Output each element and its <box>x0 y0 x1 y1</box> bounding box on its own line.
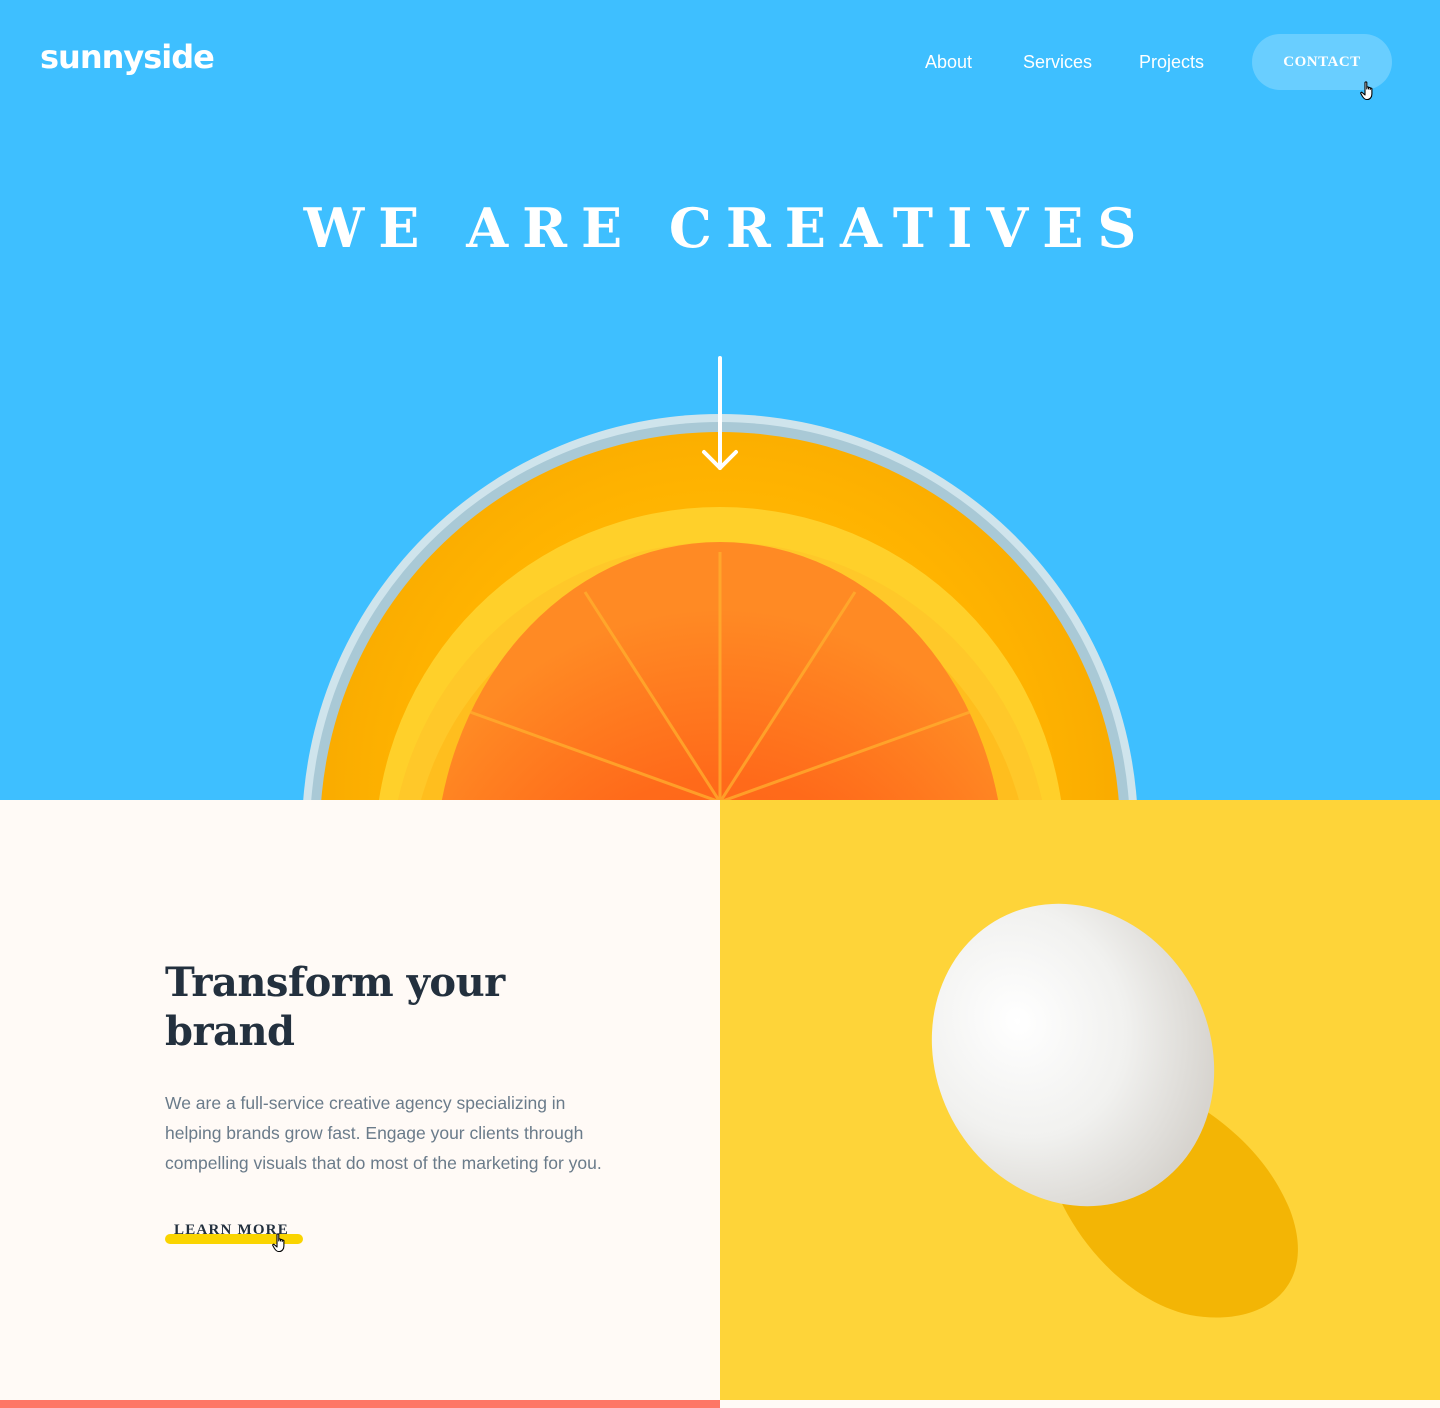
transform-brand-section: Transform your brand We are a full-servi… <box>0 800 1440 1400</box>
egg-image-panel <box>720 800 1440 1400</box>
hero-section: sunnyside About Services Projects CONTAC… <box>0 0 1440 800</box>
text-panel: Transform your brand We are a full-servi… <box>0 800 720 1400</box>
hero-title: WE ARE CREATIVES <box>303 196 1151 260</box>
nav-link-services[interactable]: Services <box>1023 52 1092 73</box>
nav-link-projects[interactable]: Projects <box>1139 52 1204 73</box>
egg-image <box>720 800 1440 1400</box>
arrow-down-icon[interactable] <box>701 356 739 474</box>
section-divider-strip <box>0 1400 720 1408</box>
hand-cursor-icon <box>272 1233 285 1253</box>
section-title: Transform your brand <box>165 959 505 1055</box>
main-nav: About Services Projects <box>0 52 1440 76</box>
section-body: We are a full-service creative agency sp… <box>165 1093 602 1173</box>
nav-link-about[interactable]: About <box>925 52 972 73</box>
hand-cursor-icon <box>1360 81 1373 101</box>
